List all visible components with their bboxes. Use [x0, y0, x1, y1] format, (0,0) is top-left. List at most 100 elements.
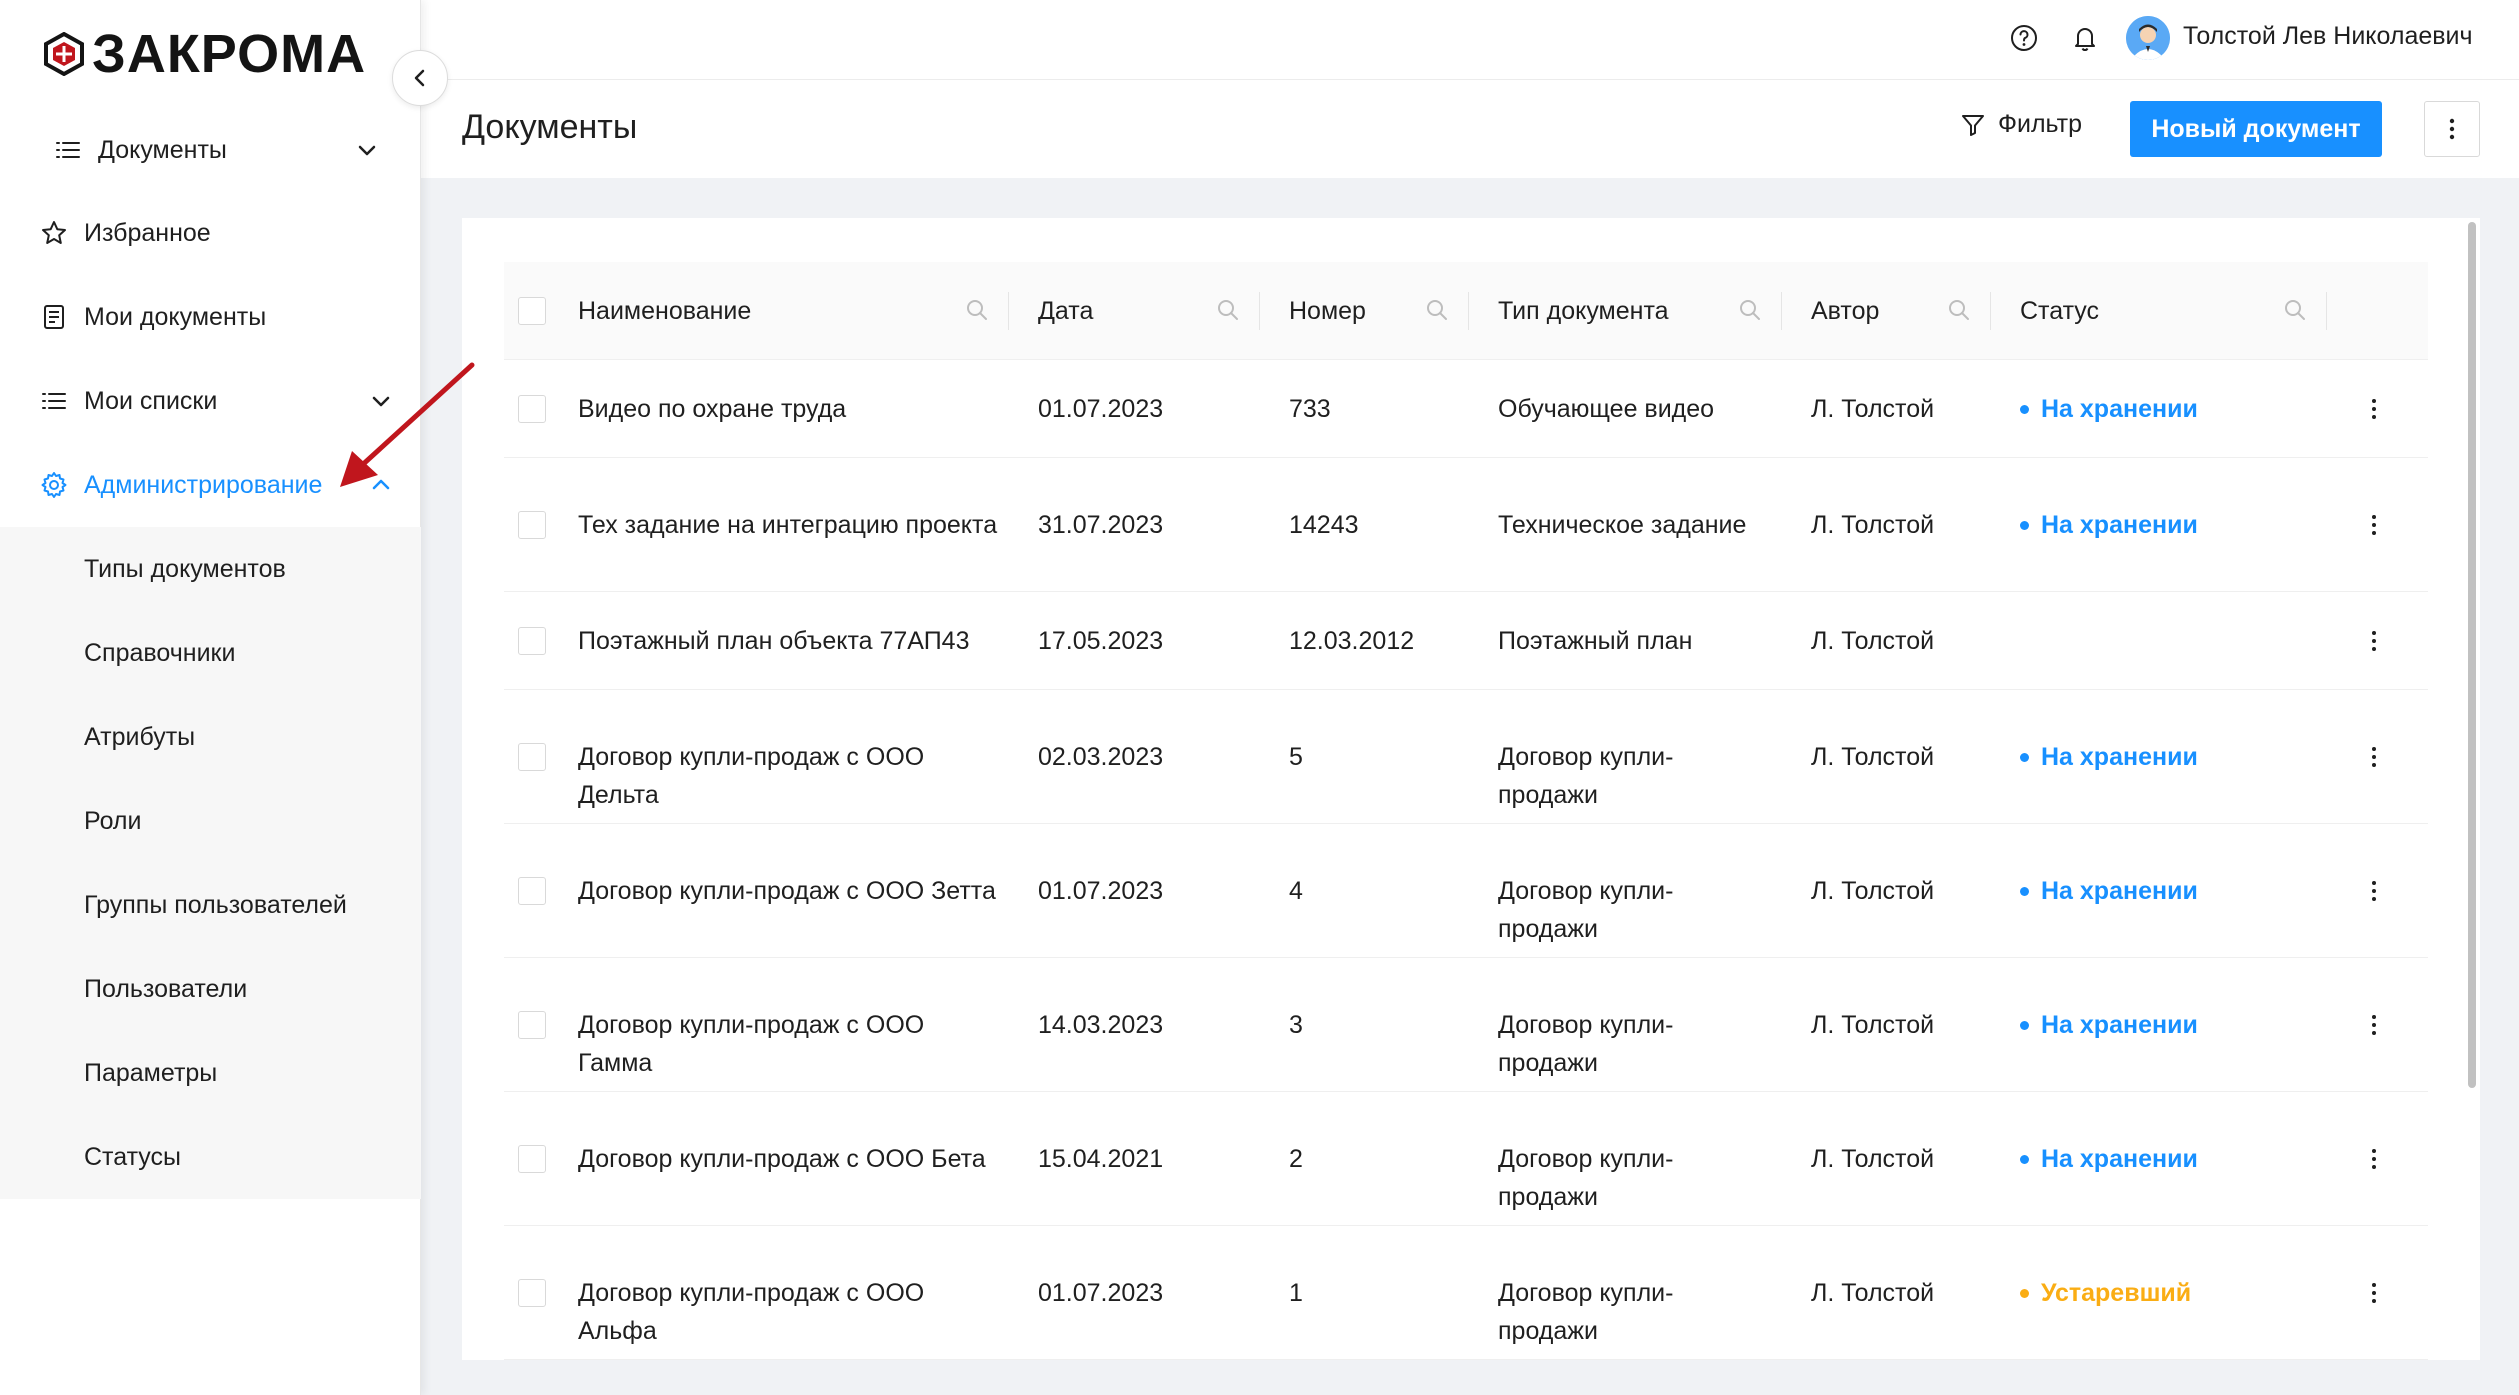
- submenu-item-user-groups[interactable]: Группы пользователей: [0, 863, 421, 947]
- more-vertical-icon: [2372, 1149, 2376, 1169]
- status-dot-icon: [2020, 1154, 2029, 1164]
- sidebar-item-label: Избранное: [84, 218, 211, 247]
- collapse-sidebar-button[interactable]: [392, 50, 448, 106]
- cell-type: Обучающее видео: [1498, 395, 1715, 423]
- column-label: Статус: [2020, 296, 2100, 325]
- table-row[interactable]: Договор купли-продаж с ООО Дельта 02.03.2…: [504, 690, 2428, 824]
- column-header-type[interactable]: Тип документа: [1498, 262, 1669, 360]
- table-row[interactable]: Поэтажный план объекта 77АП43 17.05.2023 1…: [504, 592, 2428, 690]
- submenu-item-label: Пользователи: [84, 974, 248, 1003]
- sidebar-item-label: Администрирование: [84, 470, 323, 499]
- submenu-item-label: Параметры: [84, 1058, 218, 1087]
- row-more-button[interactable]: [2360, 1141, 2388, 1177]
- cell-date: 01.07.2023: [1038, 395, 1164, 423]
- new-document-button[interactable]: Новый документ: [2130, 101, 2382, 157]
- status-dot-icon: [2020, 1020, 2029, 1030]
- sidebar-item-label: Мои списки: [84, 386, 218, 415]
- cell-name: Поэтажный план объекта 77АП43: [578, 627, 970, 655]
- page-more-button[interactable]: [2424, 101, 2480, 157]
- cell-author: Л. Толстой: [1811, 627, 1935, 655]
- row-more-button[interactable]: [2360, 873, 2388, 909]
- more-vertical-icon: [2372, 399, 2376, 419]
- column-header-author[interactable]: Автор: [1811, 262, 1879, 360]
- user-name[interactable]: Толстой Лев Николаевич: [2183, 22, 2473, 51]
- table-row[interactable]: Договор купли-продаж с ООО Гамма 14.03.20…: [504, 958, 2428, 1092]
- logo-mark-icon: [44, 32, 84, 76]
- cell-author: Л. Толстой: [1811, 395, 1935, 423]
- status-label: Устаревший: [2041, 1278, 2192, 1307]
- sidebar-item-favorites[interactable]: Избранное: [0, 191, 421, 275]
- row-more-button[interactable]: [2360, 623, 2388, 659]
- search-icon[interactable]: [1946, 297, 1972, 323]
- row-more-button[interactable]: [2360, 1007, 2388, 1043]
- cell-author: Л. Толстой: [1811, 1145, 1935, 1173]
- cell-type: Техническое задание: [1498, 511, 1747, 539]
- table-row[interactable]: Договор купли-продаж с ООО Альфа 01.07.20…: [504, 1226, 2428, 1360]
- submenu-item-directories[interactable]: Справочники: [0, 611, 421, 695]
- submenu-item-attributes[interactable]: Атрибуты: [0, 695, 421, 779]
- table-row[interactable]: Тех задание на интеграцию проекта 31.07.2…: [504, 458, 2428, 592]
- search-icon[interactable]: [1215, 297, 1241, 323]
- search-icon[interactable]: [2282, 297, 2308, 323]
- cell-name: Договор купли-продаж с ООО Альфа: [578, 1279, 925, 1345]
- column-divider[interactable]: [1781, 292, 1782, 330]
- column-divider[interactable]: [1468, 292, 1469, 330]
- row-more-button[interactable]: [2360, 391, 2388, 427]
- column-divider[interactable]: [2326, 292, 2327, 330]
- row-more-button[interactable]: [2360, 739, 2388, 775]
- column-header-date[interactable]: Дата: [1038, 262, 1093, 360]
- avatar[interactable]: [2126, 16, 2170, 60]
- column-header-status[interactable]: Статус: [2020, 262, 2099, 360]
- submenu-item-users[interactable]: Пользователи: [0, 947, 421, 1031]
- row-checkbox[interactable]: [518, 743, 546, 771]
- cell-name: Договор купли-продаж с ООО Бета: [578, 1145, 986, 1173]
- column-header-number[interactable]: Номер: [1289, 262, 1366, 360]
- sidebar-item-documents[interactable]: Документы: [0, 108, 421, 192]
- search-icon[interactable]: [1737, 297, 1763, 323]
- scrollbar[interactable]: [2468, 222, 2476, 1088]
- search-icon[interactable]: [964, 297, 990, 323]
- column-divider[interactable]: [1990, 292, 1991, 330]
- row-more-button[interactable]: [2360, 1275, 2388, 1311]
- submenu-item-document-types[interactable]: Типы документов: [0, 527, 421, 611]
- table-row[interactable]: Видео по охране труда 01.07.2023 733 Обучаю…: [504, 360, 2428, 458]
- more-vertical-icon: [2372, 747, 2376, 767]
- filter-button[interactable]: Фильтр: [1960, 110, 2082, 139]
- user-avatar-icon: [2126, 16, 2170, 60]
- row-checkbox[interactable]: [518, 1011, 546, 1039]
- sidebar-item-my-documents[interactable]: Мои документы: [0, 275, 421, 359]
- submenu-item-statuses[interactable]: Статусы: [0, 1115, 421, 1199]
- search-icon[interactable]: [1424, 297, 1450, 323]
- row-more-button[interactable]: [2360, 507, 2388, 543]
- column-divider[interactable]: [1008, 292, 1009, 330]
- submenu-item-parameters[interactable]: Параметры: [0, 1031, 421, 1115]
- submenu-item-label: Группы пользователей: [84, 890, 347, 919]
- table-header: Наименование Дата Номер Тип документа Ав…: [504, 262, 2428, 360]
- app-logo[interactable]: ЗАКРОМА: [42, 26, 366, 82]
- submenu-item-roles[interactable]: Роли: [0, 779, 421, 863]
- status-badge: На хранении: [2020, 738, 2198, 776]
- cell-name: Договор купли-продаж с ООО Дельта: [578, 743, 925, 809]
- cell-name: Договор купли-продаж с ООО Гамма: [578, 1011, 925, 1077]
- more-vertical-icon: [2372, 1283, 2376, 1303]
- column-divider[interactable]: [1259, 292, 1260, 330]
- cell-number: 4: [1289, 877, 1303, 905]
- select-all-checkbox[interactable]: [518, 297, 546, 325]
- row-checkbox[interactable]: [518, 1145, 546, 1173]
- status-badge: На хранении: [2020, 872, 2198, 910]
- row-checkbox[interactable]: [518, 627, 546, 655]
- row-checkbox[interactable]: [518, 395, 546, 423]
- list-icon: [56, 142, 80, 158]
- filter-button-label: Фильтр: [1998, 110, 2082, 138]
- table-row[interactable]: Договор купли-продаж с ООО Бета 15.04.202…: [504, 1092, 2428, 1226]
- submenu-item-label: Роли: [84, 806, 142, 835]
- list-icon: [42, 393, 66, 409]
- bell-icon[interactable]: [2069, 22, 2101, 54]
- chevron-left-icon: [414, 69, 425, 87]
- row-checkbox[interactable]: [518, 877, 546, 905]
- column-header-name[interactable]: Наименование: [578, 262, 751, 360]
- help-circle-icon[interactable]: [2008, 22, 2040, 54]
- row-checkbox[interactable]: [518, 511, 546, 539]
- row-checkbox[interactable]: [518, 1279, 546, 1307]
- table-row[interactable]: Договор купли-продаж с ООО Зетта 01.07.20…: [504, 824, 2428, 958]
